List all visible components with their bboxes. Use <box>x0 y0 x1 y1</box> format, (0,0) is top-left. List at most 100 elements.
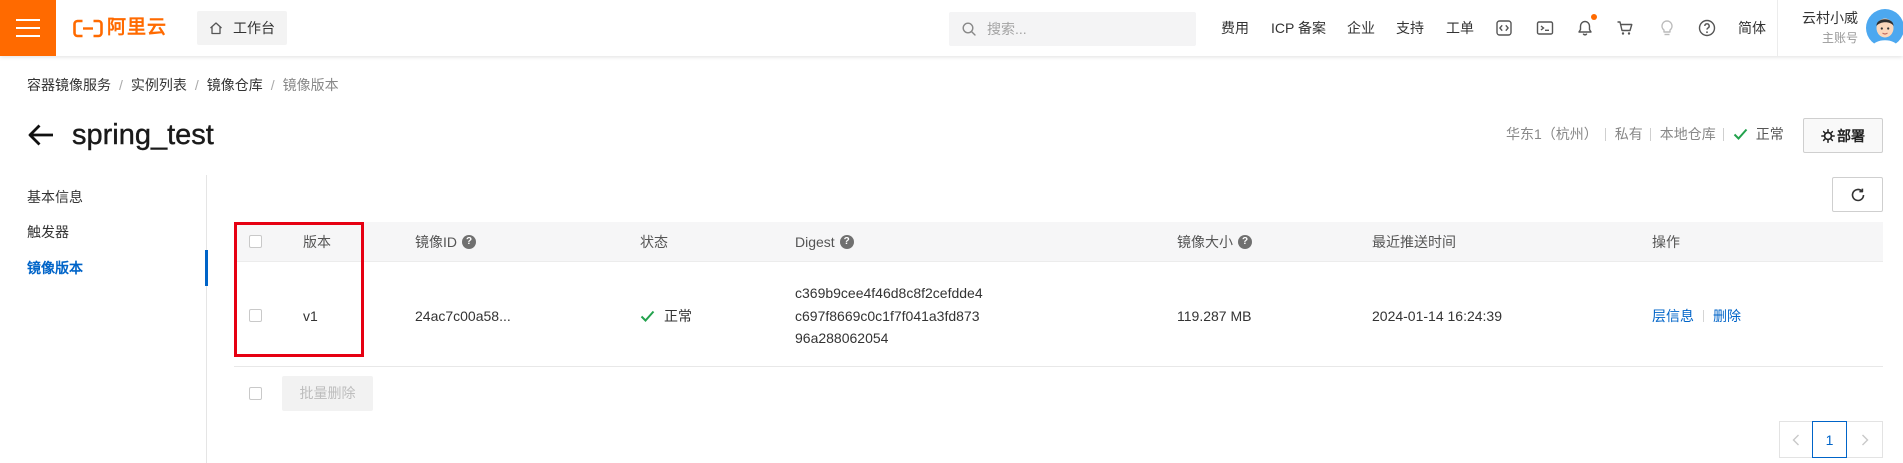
breadcrumb-separator: / <box>270 77 275 93</box>
column-header-image-size: 镜像大小 <box>1177 222 1252 262</box>
digest-line: c369b9cee4f46d8c8f2cefdde4 <box>795 285 983 301</box>
logo-text[interactable]: 阿里云 <box>107 16 167 40</box>
breadcrumb-current: 镜像版本 <box>282 77 339 93</box>
cell-version: v1 <box>303 308 318 324</box>
cell-last-pushed: 2024-01-14 16:24:39 <box>1372 308 1502 324</box>
workbench-button[interactable]: 工作台 <box>197 11 287 45</box>
column-header-image-id: 镜像ID <box>415 222 476 262</box>
layer-info-link[interactable]: 层信息 <box>1652 307 1694 325</box>
pagination-prev[interactable] <box>1779 421 1813 458</box>
refresh-button[interactable] <box>1832 177 1883 212</box>
breadcrumb: 容器镜像服务 / 实例列表 / 镜像仓库 / 镜像版本 <box>27 76 339 94</box>
bell-icon[interactable] <box>1576 19 1594 37</box>
sidebar-item-image-versions[interactable]: 镜像版本 <box>27 259 83 277</box>
pagination-next[interactable] <box>1846 421 1883 458</box>
cart-icon[interactable] <box>1616 19 1634 37</box>
nav-icp-filing[interactable]: ICP 备案 <box>1271 0 1326 56</box>
region-label: 华东1（杭州） <box>1506 126 1598 142</box>
cell-status: 正常 <box>640 307 692 325</box>
breadcrumb-item[interactable]: 镜像仓库 <box>207 76 263 94</box>
digest-line: c697f8669c0c1f7f041a3fd873 <box>795 307 980 324</box>
refresh-icon <box>1851 188 1865 202</box>
sidebar-divider <box>206 175 207 463</box>
column-label: 镜像大小 <box>1177 234 1233 250</box>
column-header-status: 状态 <box>640 222 668 262</box>
select-all-checkbox[interactable] <box>249 235 262 248</box>
column-header-version: 版本 <box>303 222 331 262</box>
column-header-last-pushed: 最近推送时间 <box>1372 222 1456 262</box>
meta-divider <box>1722 127 1724 141</box>
deploy-label: 部署 <box>1837 127 1865 144</box>
question-icon[interactable] <box>1238 235 1252 249</box>
chevron-left-icon <box>1792 434 1799 445</box>
meta-divider <box>1649 127 1651 141</box>
pagination-page[interactable]: 1 <box>1812 421 1847 458</box>
workbench-label: 工作台 <box>233 20 275 36</box>
top-navigation-bar: 阿里云 工作台 费用 ICP 备案 企业 支持 工单 <box>0 0 1903 56</box>
bulk-select-checkbox[interactable] <box>249 387 262 400</box>
table-header: 版本 镜像ID 状态 Digest 镜像大小 最近推送时间 操作 <box>234 222 1883 262</box>
repo-status: 正常 <box>1755 126 1784 142</box>
status-text: 正常 <box>664 308 692 324</box>
user-role: 主账号 <box>1821 31 1858 45</box>
page-title: spring_test <box>72 119 214 151</box>
user-name: 云村小威 <box>1802 10 1858 26</box>
check-icon <box>1733 128 1748 140</box>
column-header-actions: 操作 <box>1652 222 1680 262</box>
cell-digest: c369b9cee4f46d8c8f2cefdde4 c697f8669c0c1… <box>795 282 983 350</box>
meta-divider <box>1604 127 1606 141</box>
column-label: 镜像ID <box>415 234 457 250</box>
helm-icon <box>1821 128 1835 143</box>
deploy-button[interactable]: 部署 <box>1803 118 1883 153</box>
column-label: 版本 <box>303 234 331 250</box>
column-label: 操作 <box>1652 234 1680 250</box>
search-box[interactable] <box>949 12 1196 46</box>
terminal-icon[interactable] <box>1536 19 1554 37</box>
menu-icon[interactable] <box>0 0 56 56</box>
nav-tickets[interactable]: 工单 <box>1446 0 1474 56</box>
sidebar-item-basic-info[interactable]: 基本信息 <box>27 188 83 206</box>
back-arrow-icon[interactable] <box>27 122 55 148</box>
sidebar-item-triggers[interactable]: 触发器 <box>27 223 69 241</box>
cloud-shell-icon[interactable] <box>1495 19 1513 37</box>
visibility-label: 私有 <box>1614 126 1643 142</box>
breadcrumb-item[interactable]: 容器镜像服务 <box>27 76 111 94</box>
nav-billing[interactable]: 费用 <box>1221 0 1249 56</box>
repository-meta: 华东1（杭州） 私有 本地仓库 正常 <box>1506 124 1784 144</box>
bulb-icon[interactable] <box>1658 19 1676 37</box>
chevron-right-icon <box>1861 434 1868 445</box>
action-divider <box>1703 310 1704 322</box>
cell-actions: 层信息 删除 <box>1652 307 1741 325</box>
search-icon <box>962 22 976 36</box>
sidebar-active-indicator <box>205 250 208 286</box>
question-icon[interactable] <box>839 235 854 249</box>
notification-dot <box>1591 14 1597 20</box>
search-input[interactable] <box>987 12 1187 46</box>
cell-image-size: 119.287 MB <box>1177 308 1252 324</box>
question-icon[interactable] <box>462 235 476 249</box>
breadcrumb-separator: / <box>194 77 199 93</box>
breadcrumb-separator: / <box>119 77 123 93</box>
cell-image-id: 24ac7c00a58... <box>415 308 511 324</box>
nav-support[interactable]: 支持 <box>1396 0 1424 56</box>
column-label: Digest <box>795 234 835 250</box>
column-label: 状态 <box>640 234 668 250</box>
hamburger-glyph <box>16 19 40 37</box>
aliyun-logo-icon[interactable] <box>73 19 103 38</box>
column-header-digest: Digest <box>795 222 854 262</box>
nav-enterprise[interactable]: 企业 <box>1347 0 1375 56</box>
breadcrumb-item[interactable]: 实例列表 <box>131 76 187 94</box>
bulk-delete-button[interactable]: 批量删除 <box>282 376 373 411</box>
home-icon <box>210 22 222 35</box>
topbar-divider <box>1777 0 1778 56</box>
check-icon <box>640 310 655 322</box>
table-row: v1 24ac7c00a58... 正常 c369b9cee4f46d8c8f2… <box>234 262 1883 367</box>
language-switch[interactable]: 简体 <box>1738 0 1766 56</box>
column-label: 最近推送时间 <box>1372 234 1456 250</box>
user-account[interactable]: 云村小威 主账号 <box>1779 0 1858 46</box>
row-checkbox[interactable] <box>249 309 262 322</box>
help-icon[interactable] <box>1698 19 1716 37</box>
digest-line: 96a288062054 <box>795 330 889 346</box>
delete-link[interactable]: 删除 <box>1713 307 1741 325</box>
avatar[interactable] <box>1866 9 1903 47</box>
